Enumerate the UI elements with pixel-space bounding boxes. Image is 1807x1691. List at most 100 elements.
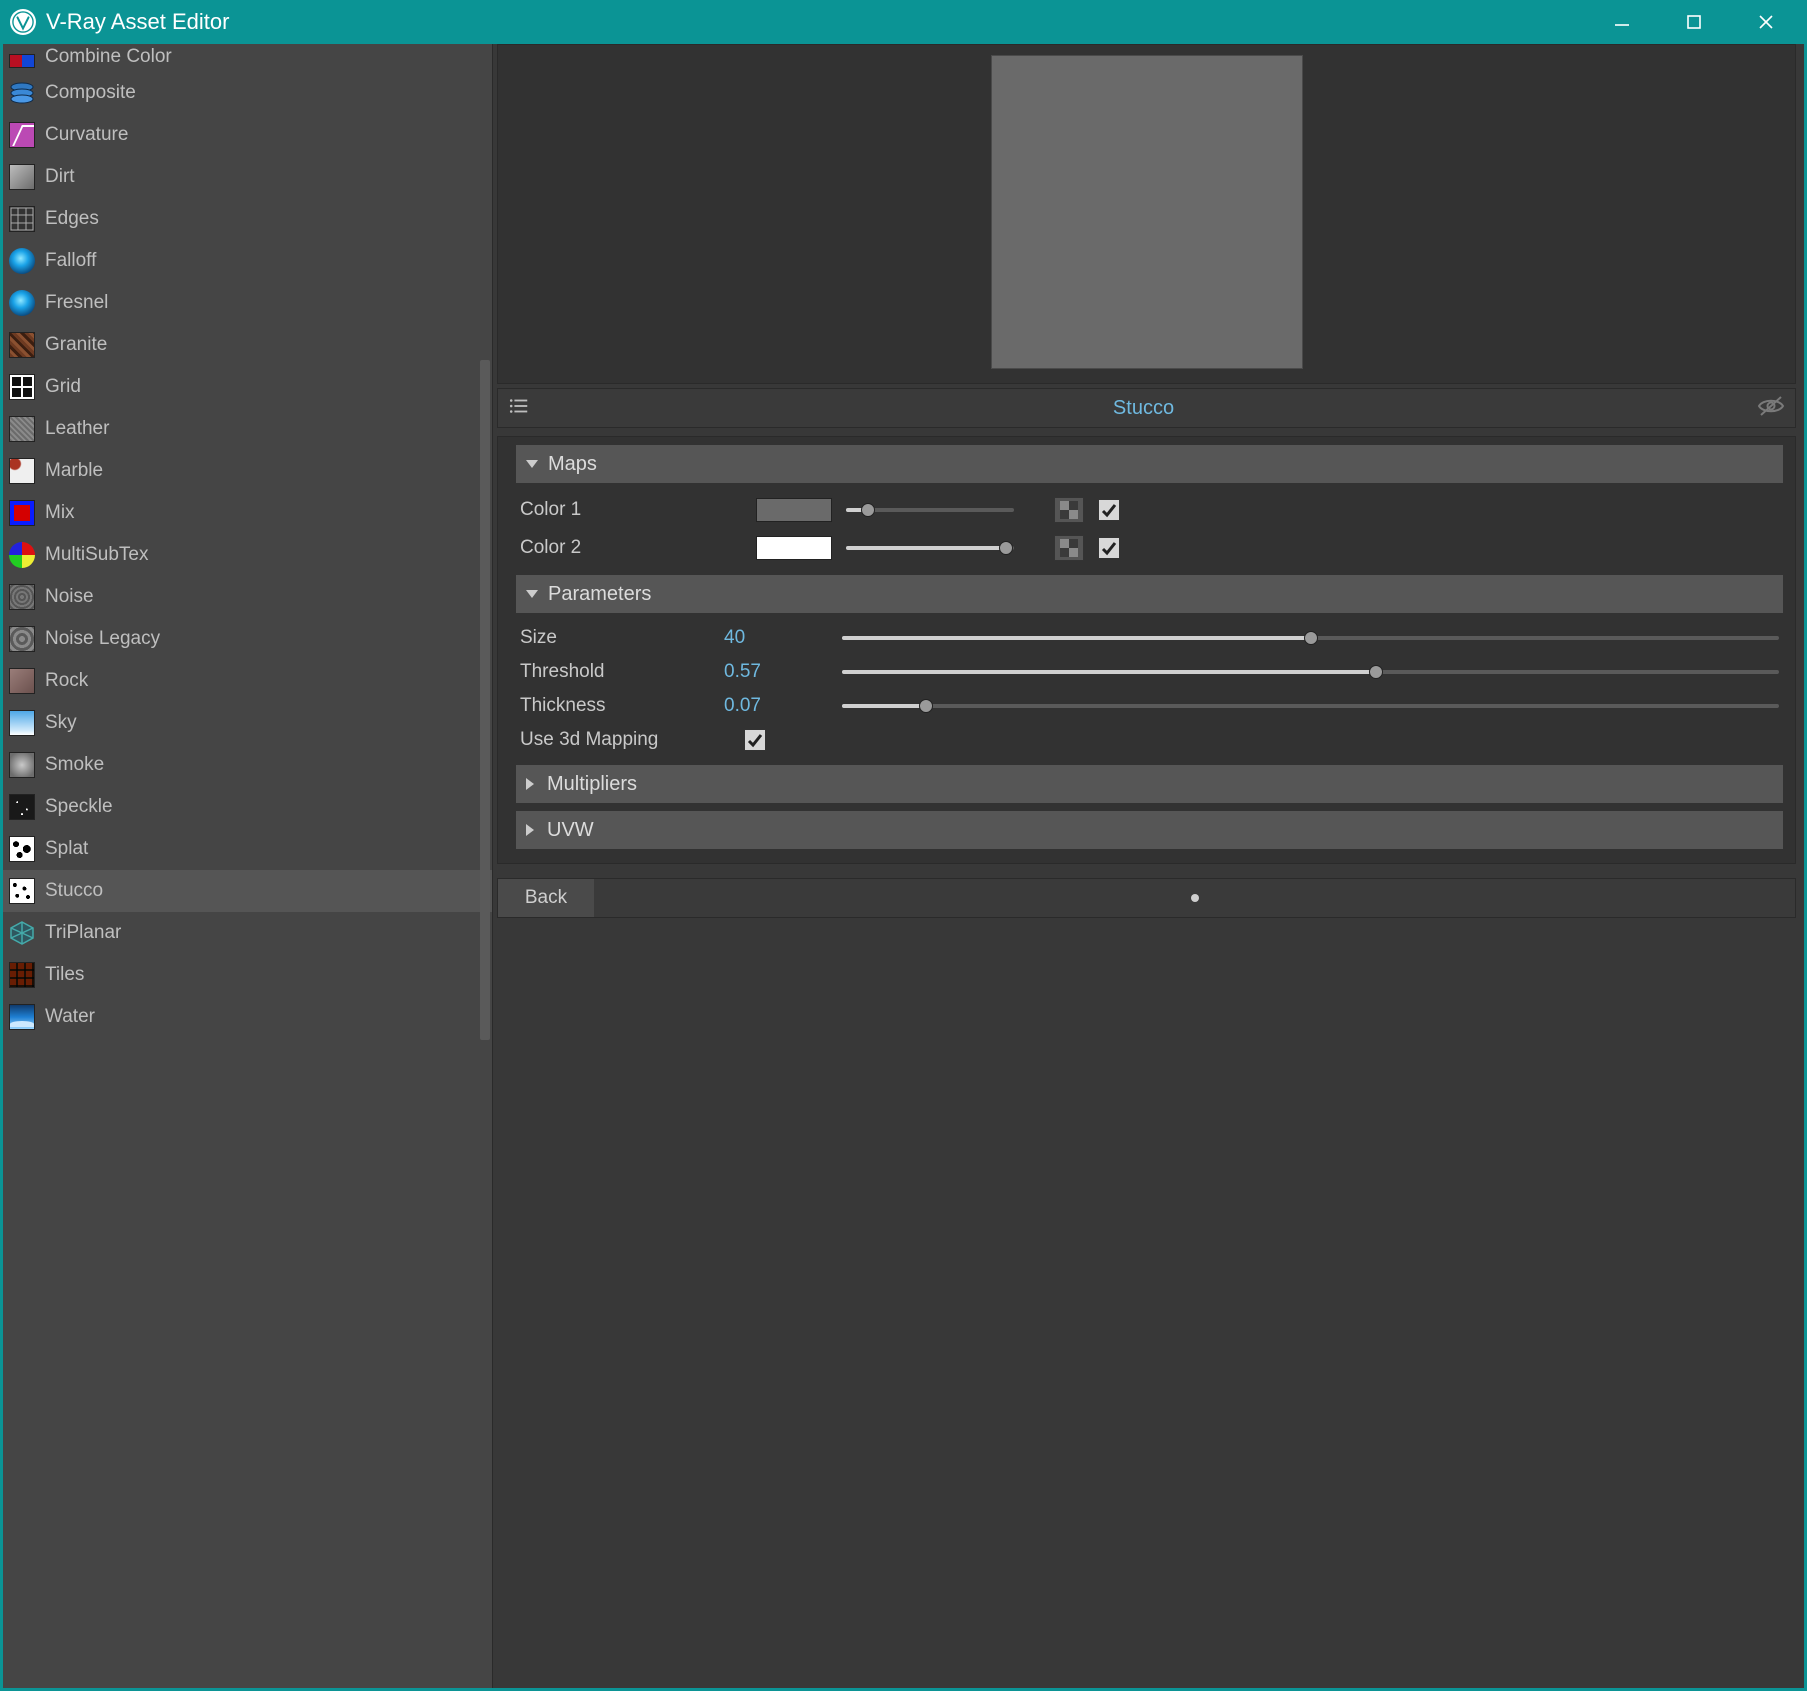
close-button[interactable] — [1751, 7, 1781, 37]
chevron-right-icon — [526, 824, 534, 836]
th-speckle-icon — [9, 794, 35, 820]
window-title: V-Ray Asset Editor — [46, 9, 1607, 35]
color2-swatch[interactable] — [756, 536, 832, 560]
minimize-button[interactable] — [1607, 7, 1637, 37]
color1-map-button[interactable] — [1054, 497, 1084, 523]
value-threshold[interactable]: 0.57 — [724, 661, 784, 683]
asset-item-label: Tiles — [45, 964, 84, 986]
slider-thickness[interactable] — [842, 696, 1779, 716]
section-title: Parameters — [548, 583, 651, 606]
asset-item-grid[interactable]: Grid — [3, 366, 492, 408]
asset-item-label: Speckle — [45, 796, 113, 818]
section-header-uvw[interactable]: UVW — [516, 811, 1783, 849]
slider-size[interactable] — [842, 628, 1779, 648]
asset-item-sky[interactable]: Sky — [3, 702, 492, 744]
asset-item-edges[interactable]: Edges — [3, 198, 492, 240]
row-thickness: Thickness 0.07 — [520, 695, 1779, 717]
section-header-maps[interactable]: Maps — [516, 445, 1783, 483]
row-color1: Color 1 — [520, 497, 1779, 523]
asset-item-label: Noise — [45, 586, 94, 608]
eye-off-icon[interactable] — [1757, 395, 1785, 422]
value-thickness[interactable]: 0.07 — [724, 695, 784, 717]
value-size[interactable]: 40 — [724, 627, 784, 649]
th-leather-icon — [9, 416, 35, 442]
asset-item-rock[interactable]: Rock — [3, 660, 492, 702]
preview-area — [497, 44, 1796, 384]
panel-stack: Maps Color 1 — [497, 436, 1796, 864]
pager — [594, 894, 1795, 902]
asset-item-granite[interactable]: Granite — [3, 324, 492, 366]
asset-item-mix[interactable]: Mix — [3, 492, 492, 534]
maximize-button[interactable] — [1679, 7, 1709, 37]
asset-item-marble[interactable]: Marble — [3, 450, 492, 492]
asset-item-stucco[interactable]: Stucco — [3, 870, 492, 912]
asset-item-triplanar[interactable]: TriPlanar — [3, 912, 492, 954]
asset-item-label: TriPlanar — [45, 922, 121, 944]
asset-title-row: Stucco — [497, 388, 1796, 428]
label-color1: Color 1 — [520, 499, 710, 521]
back-button[interactable]: Back — [498, 879, 594, 917]
color1-slider[interactable] — [846, 500, 1014, 520]
th-sky-icon — [9, 710, 35, 736]
color2-slider[interactable] — [846, 538, 1014, 558]
th-marble-icon — [9, 458, 35, 484]
app-icon — [10, 9, 36, 35]
asset-name[interactable]: Stucco — [542, 397, 1745, 420]
th-rock-icon — [9, 668, 35, 694]
asset-item-falloff[interactable]: Falloff — [3, 240, 492, 282]
asset-item-fresnel[interactable]: Fresnel — [3, 282, 492, 324]
th-water-icon — [9, 1004, 35, 1030]
asset-item-label: Smoke — [45, 754, 104, 776]
scrollbar-thumb[interactable] — [480, 360, 490, 1040]
asset-item-label: Edges — [45, 208, 99, 230]
row-color2: Color 2 — [520, 535, 1779, 561]
list-icon[interactable] — [508, 395, 530, 422]
asset-item-leather[interactable]: Leather — [3, 408, 492, 450]
asset-item-multisubtex[interactable]: MultiSubTex — [3, 534, 492, 576]
chevron-down-icon — [526, 460, 538, 468]
asset-list-scroll[interactable]: Combine Color CompositeCurvature Dirt Edges… — [3, 44, 493, 1688]
asset-item-splat[interactable]: Splat — [3, 828, 492, 870]
section-title: Maps — [548, 453, 597, 476]
th-granite-icon — [9, 332, 35, 358]
th-edges-icon — [9, 206, 35, 232]
color1-swatch[interactable] — [756, 498, 832, 522]
preview-swatch — [991, 55, 1303, 369]
asset-item-tiles[interactable]: Tiles — [3, 954, 492, 996]
th-multisub-icon — [9, 542, 35, 568]
th-smoke-icon — [9, 752, 35, 778]
section-header-parameters[interactable]: Parameters — [516, 575, 1783, 613]
section-body-parameters: Size 40 Threshold 0.57 Thickness — [516, 621, 1783, 757]
window-controls — [1607, 7, 1797, 37]
asset-item-speckle[interactable]: Speckle — [3, 786, 492, 828]
asset-item-label: Stucco — [45, 880, 103, 902]
color1-enable-checkbox[interactable] — [1098, 499, 1120, 521]
section-header-multipliers[interactable]: Multipliers — [516, 765, 1783, 803]
slider-threshold[interactable] — [842, 662, 1779, 682]
label-threshold: Threshold — [520, 661, 710, 683]
asset-item-noise[interactable]: Noise — [3, 576, 492, 618]
color2-map-button[interactable] — [1054, 535, 1084, 561]
asset-item-smoke[interactable]: Smoke — [3, 744, 492, 786]
asset-item-label: Leather — [45, 418, 109, 440]
asset-item-label: Fresnel — [45, 292, 108, 314]
asset-item-combine-color[interactable]: Combine Color — [3, 44, 492, 72]
asset-item-noise-legacy[interactable]: Noise Legacy — [3, 618, 492, 660]
asset-item-label: Combine Color — [45, 46, 172, 68]
th-stucco-icon — [9, 878, 35, 904]
use3d-checkbox[interactable] — [744, 729, 766, 751]
th-combine-icon — [9, 54, 35, 68]
asset-item-label: Granite — [45, 334, 107, 356]
section-title: Multipliers — [547, 773, 637, 796]
color2-enable-checkbox[interactable] — [1098, 537, 1120, 559]
th-composite-icon — [9, 80, 35, 106]
asset-item-dirt[interactable]: Dirt — [3, 156, 492, 198]
asset-item-water[interactable]: Water — [3, 996, 492, 1038]
th-fresnel-icon — [9, 290, 35, 316]
asset-item-curvature[interactable]: Curvature — [3, 114, 492, 156]
th-mix-icon — [9, 500, 35, 526]
row-size: Size 40 — [520, 627, 1779, 649]
asset-item-label: Dirt — [45, 166, 75, 188]
asset-list-pane: Combine Color CompositeCurvature Dirt Edges… — [3, 44, 493, 1688]
asset-item-composite[interactable]: Composite — [3, 72, 492, 114]
